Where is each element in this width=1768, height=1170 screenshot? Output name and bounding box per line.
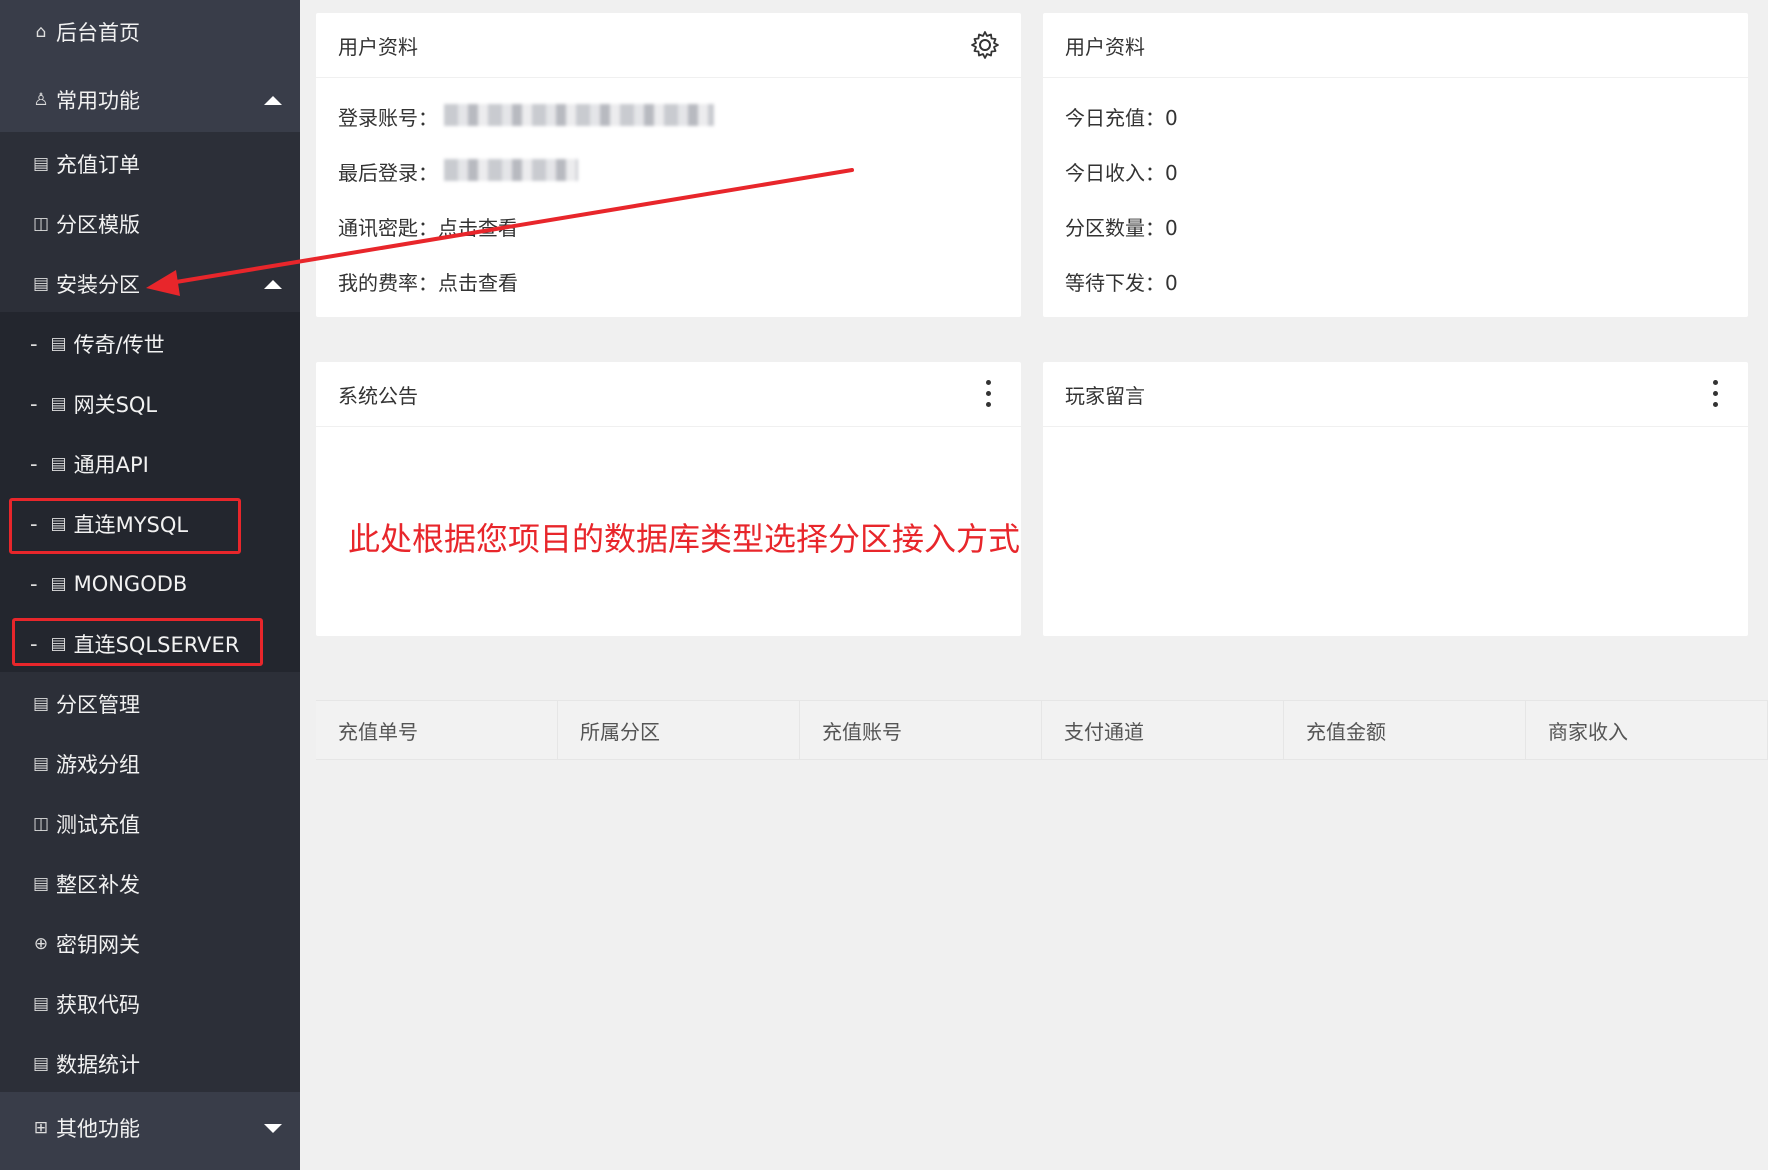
annotation-arrow xyxy=(146,168,854,296)
